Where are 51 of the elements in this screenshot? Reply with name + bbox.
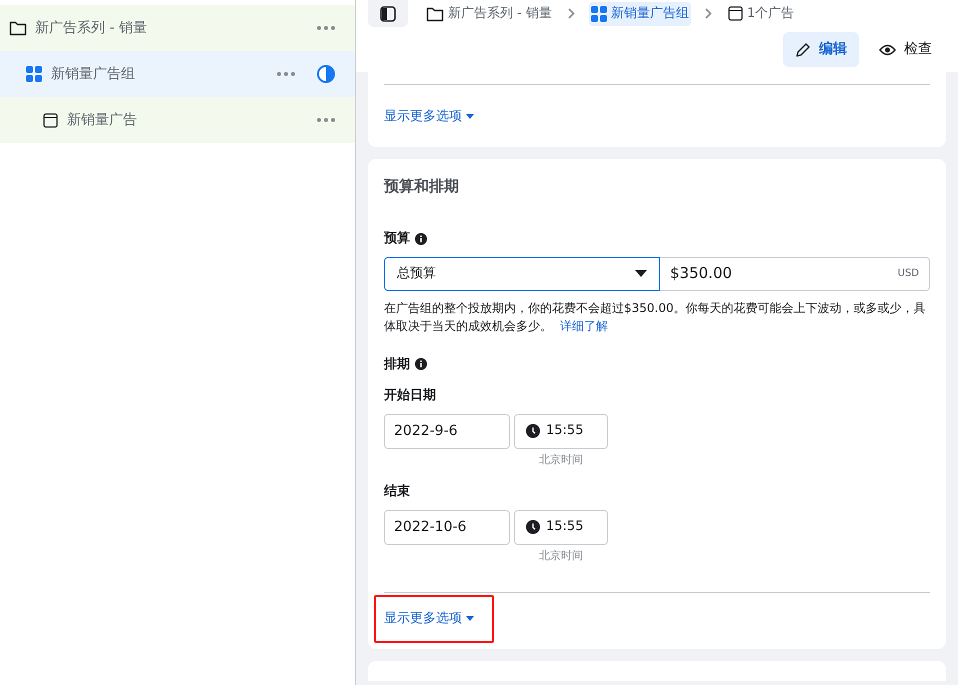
grid-icon	[26, 66, 42, 82]
sidebar-item[interactable]: 新广告系列 - 销量	[0, 5, 355, 51]
field-label: 预算	[384, 230, 410, 248]
clock-icon	[526, 520, 540, 534]
breadcrumb-item[interactable]: 新销量广告组	[588, 2, 691, 26]
field-label: 排期	[384, 356, 410, 374]
show-more-link[interactable]: 显示更多选项	[384, 107, 474, 126]
timezone-label: 北京时间	[539, 548, 583, 564]
caret-icon	[466, 616, 474, 622]
budget-type-dropdown[interactable]: 总预算	[384, 256, 660, 290]
breadcrumb-item[interactable]: 新广告系列 - 销量	[424, 2, 554, 26]
sidebar-item-label: 新广告系列 - 销量	[35, 18, 148, 38]
time-field[interactable]: 15:55	[514, 510, 608, 544]
edit-button[interactable]: 编辑	[783, 32, 859, 67]
info-icon[interactable]	[415, 358, 427, 370]
window-icon	[42, 112, 58, 128]
show-more-link[interactable]: 显示更多选项	[384, 609, 474, 628]
sidebar-panel-icon	[380, 6, 396, 22]
folder-icon	[9, 20, 27, 36]
time-field[interactable]: 15:55	[514, 414, 608, 448]
currency-label: USD	[898, 267, 919, 281]
info-icon[interactable]	[415, 232, 427, 245]
date-field[interactable]: 2022-10-6	[384, 510, 510, 544]
sidebar-item[interactable]: 新销量广告组	[0, 51, 355, 97]
chevron-icon	[568, 8, 575, 19]
breadcrumb-item[interactable]: 1个广告	[726, 2, 796, 26]
more-icon[interactable]	[317, 26, 335, 30]
field-label: 开始日期	[384, 387, 437, 405]
eye-icon	[879, 44, 896, 56]
chevron-icon	[704, 8, 712, 19]
clock-icon	[526, 424, 540, 438]
timezone-label: 北京时间	[539, 452, 583, 468]
caret-icon	[466, 114, 474, 120]
pencil-icon	[795, 42, 811, 58]
budget-note: 在广告组的整个投放期内，你的花费不会超过$350.00。你每天的花费可能会上下波动，或多或少，具体取决于当天的成效机会多少。 详细了解	[384, 300, 927, 334]
date-field[interactable]: 2022-9-6	[384, 414, 510, 448]
sidebar-item-label: 新销量广告组	[51, 64, 136, 84]
folder-icon	[426, 6, 444, 22]
panel-toggle-button[interactable]	[368, 0, 408, 27]
sidebar-item[interactable]: 新销量广告	[0, 97, 355, 143]
field-label: 结束	[384, 483, 411, 501]
learn-more-link[interactable]: 详细了解	[560, 318, 608, 332]
more-icon[interactable]	[317, 118, 335, 122]
card-title: 预算和排期	[384, 176, 460, 196]
caret-icon	[635, 270, 647, 277]
window-icon	[728, 6, 743, 21]
more-icon[interactable]	[277, 72, 295, 76]
grid-icon	[590, 6, 607, 22]
review-button[interactable]: 检查	[867, 32, 944, 67]
amount-field[interactable]: $350.00 USD	[660, 256, 930, 290]
sidebar-item-label: 新销量广告	[67, 110, 138, 130]
